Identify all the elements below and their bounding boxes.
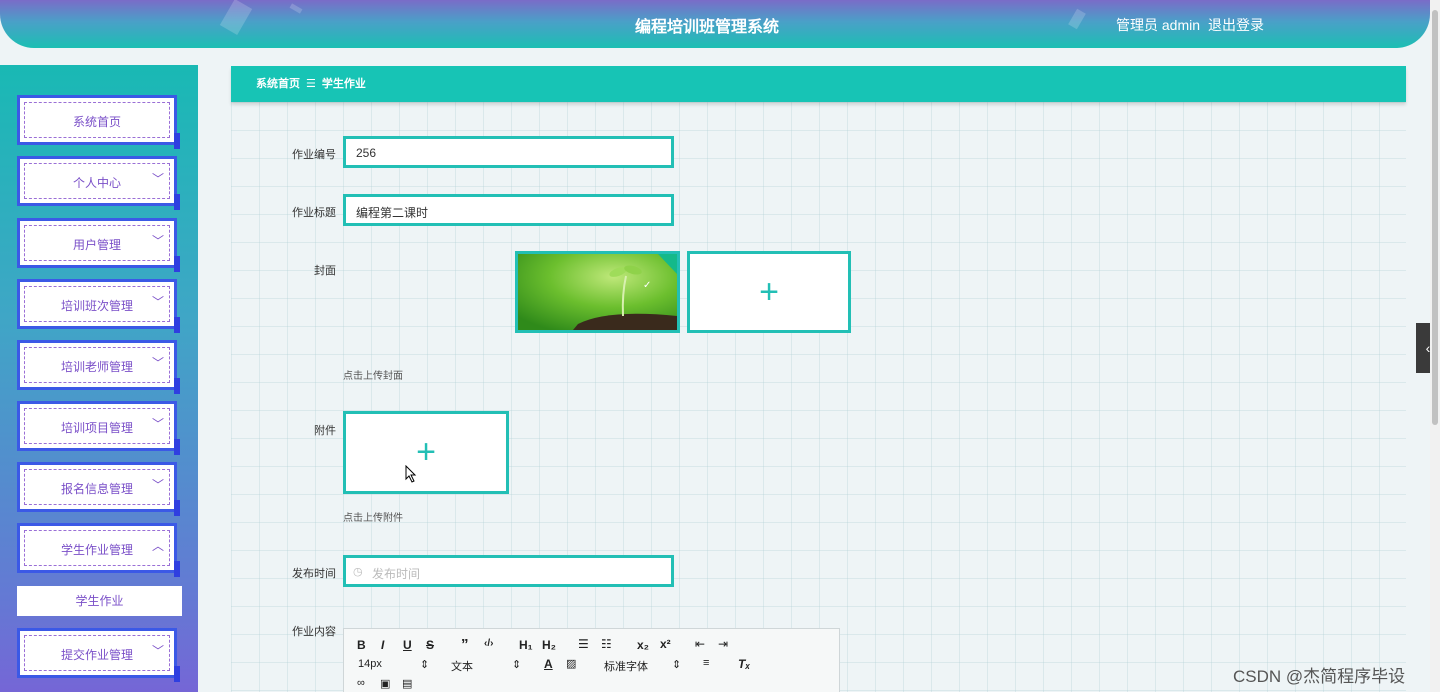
quote-icon[interactable]: ”	[461, 636, 469, 653]
attachment-upload-hint: 点击上传附件	[343, 513, 403, 524]
attachment-label: 附件	[314, 425, 336, 437]
code-icon[interactable]: ‹/›	[484, 638, 493, 649]
clear-format-icon[interactable]: Tₓ	[738, 657, 750, 671]
bullet-list-icon[interactable]: ☷	[601, 637, 612, 651]
strikethrough-icon[interactable]: S	[426, 638, 434, 652]
mouse-cursor-icon	[405, 465, 417, 483]
breadcrumb-home[interactable]: 系统首页	[256, 78, 300, 90]
video-icon[interactable]: ▤	[402, 677, 412, 690]
plus-icon: +	[416, 433, 436, 471]
vertical-scrollbar[interactable]	[1430, 0, 1440, 692]
breadcrumb-current: 学生作业	[321, 78, 366, 90]
chevron-up-icon: ︿	[152, 539, 165, 553]
plus-icon: +	[759, 272, 779, 311]
breadcrumb: 系统首页 ☰ 学生作业	[231, 66, 1406, 102]
rich-text-editor: B I U S ” ‹/› H₁ H₂ ☰ ☷ x₂ x² ⇤ ⇥ 14px ⇕…	[343, 628, 840, 692]
current-user: 管理员 admin	[1116, 17, 1201, 33]
select-arrow-icon: ⇕	[512, 659, 522, 671]
publish-time-input[interactable]: ◷ 发布时间	[343, 555, 674, 587]
menu-icon: ☰	[306, 78, 316, 90]
publish-time-label: 发布时间	[292, 568, 336, 580]
sidebar-item-class-sessions[interactable]: 培训班次管理 ﹀	[17, 279, 180, 335]
svg-text:✓: ✓	[643, 280, 651, 291]
chevron-down-icon: ﹀	[152, 356, 165, 370]
link-icon[interactable]: ∞	[357, 677, 365, 689]
clock-icon: ◷	[353, 566, 363, 578]
chevron-down-icon: ﹀	[152, 644, 165, 658]
scrollbar-thumb[interactable]	[1432, 10, 1438, 425]
heading1-icon[interactable]: H₁	[519, 638, 533, 652]
font-family-select[interactable]: 标准字体	[604, 658, 648, 674]
ordered-list-icon[interactable]: ☰	[578, 637, 589, 651]
attachment-upload-button[interactable]: +	[343, 411, 509, 494]
sidebar-item-label: 系统首页	[72, 115, 121, 129]
logout-button[interactable]: 退出登录	[1208, 15, 1264, 35]
image-icon[interactable]: ▣	[380, 677, 390, 690]
italic-icon[interactable]: I	[381, 638, 384, 652]
select-arrow-icon: ⇕	[420, 659, 430, 671]
homework-title-input[interactable]: 编程第二课时	[343, 194, 674, 226]
sidebar-item-users[interactable]: 用户管理 ﹀	[17, 218, 180, 274]
indent-icon[interactable]: ⇥	[718, 637, 728, 651]
sidebar-item-personal-center[interactable]: 个人中心 ﹀	[17, 156, 180, 212]
outdent-icon[interactable]: ⇤	[695, 637, 705, 651]
chevron-down-icon: ﹀	[152, 295, 165, 309]
sprout-image: ✓	[518, 254, 677, 330]
publish-time-placeholder: 发布时间	[372, 567, 421, 581]
watermark: CSDN @杰简程序毕设	[1233, 667, 1406, 686]
cover-label: 封面	[314, 265, 336, 277]
sidebar-item-enrollment[interactable]: 报名信息管理 ﹀	[17, 462, 180, 518]
align-left-icon[interactable]: ≡	[703, 657, 709, 669]
underline-icon[interactable]: U	[403, 638, 412, 652]
sidebar: 系统首页 个人中心 ﹀ 用户管理 ﹀ 培训班次管理 ﹀ 培训老师管理 ﹀ 培训项…	[0, 65, 198, 692]
top-header: 编程培训班管理系统 管理员 admin 退出登录	[0, 0, 1430, 48]
content-area	[231, 102, 1406, 692]
paragraph-select[interactable]: 文本	[451, 658, 473, 674]
chevron-down-icon: ﹀	[152, 172, 165, 186]
subscript-icon[interactable]: x₂	[637, 638, 649, 652]
sidebar-item-home[interactable]: 系统首页	[17, 95, 180, 151]
chevron-down-icon: ﹀	[152, 234, 165, 248]
superscript-icon[interactable]: x²	[660, 637, 671, 651]
sidebar-item-teachers[interactable]: 培训老师管理 ﹀	[17, 340, 180, 396]
sidebar-item-submitted-homework[interactable]: 提交作业管理 ﹀	[17, 628, 180, 684]
homework-no-label: 作业编号	[292, 149, 336, 161]
sidebar-item-projects[interactable]: 培训项目管理 ﹀	[17, 401, 180, 457]
chevron-down-icon: ﹀	[152, 478, 165, 492]
bold-icon[interactable]: B	[357, 638, 366, 652]
font-color-icon[interactable]: A	[544, 657, 553, 671]
sidebar-item-student-homework[interactable]: 学生作业管理 ︿	[17, 523, 180, 579]
heading2-icon[interactable]: H₂	[542, 638, 556, 652]
homework-title-label: 作业标题	[292, 207, 336, 219]
cover-upload-button[interactable]: +	[687, 251, 851, 333]
content-label: 作业内容	[292, 626, 336, 638]
homework-no-input[interactable]: 256	[343, 136, 674, 168]
font-size-select[interactable]: 14px	[358, 658, 382, 670]
chevron-down-icon: ﹀	[152, 417, 165, 431]
cover-upload-hint: 点击上传封面	[343, 371, 403, 382]
select-arrow-icon: ⇕	[672, 659, 682, 671]
sidebar-subitem-student-homework[interactable]: 学生作业	[17, 586, 182, 616]
app-title: 编程培训班管理系统	[634, 19, 779, 36]
background-color-icon[interactable]: ▨	[566, 657, 576, 670]
cover-image-thumbnail[interactable]: ✓	[515, 251, 680, 333]
